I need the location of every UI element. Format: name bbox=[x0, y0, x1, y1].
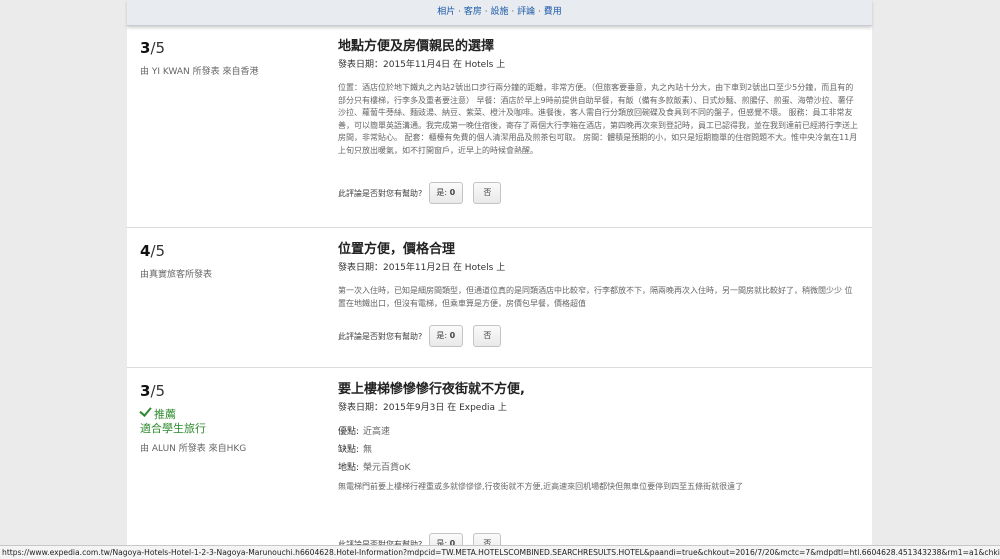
review-meta: 3/5 推薦 適合學生旅行 由 ALUN 所發表 來自HKG bbox=[139, 382, 330, 454]
nav-rooms-link[interactable]: 客房 bbox=[464, 7, 482, 17]
score-max: /5 bbox=[150, 382, 166, 400]
pros-row: 優點: 近高速 bbox=[338, 424, 858, 437]
review-item: 3/5 由 YI KWAN 所發表 來自香港 地點方便及房價親民的選擇 發表日期… bbox=[127, 25, 872, 228]
helpful-question: 此評論是否對您有幫助? bbox=[338, 331, 423, 341]
review-content: 要上樓梯慘慘慘行夜街就不方便, 發表日期：2015年9月3日 在 Expedia… bbox=[338, 382, 858, 494]
score-value: 3 bbox=[140, 39, 151, 57]
trip-type: 適合學生旅行 bbox=[140, 422, 206, 435]
review-meta: 3/5 由 YI KWAN 所發表 來自香港 bbox=[140, 39, 330, 77]
score-max: /5 bbox=[150, 242, 166, 260]
location-label: 地點: bbox=[338, 463, 360, 473]
yes-count: 0 bbox=[449, 188, 456, 197]
review-date: 發表日期：2015年11月2日 在 Hotels 上 bbox=[338, 263, 506, 273]
nav-separator: · bbox=[458, 7, 461, 17]
location-value: 榮元百貨oK bbox=[363, 463, 411, 473]
nav-facilities-link[interactable]: 設施 bbox=[490, 7, 508, 17]
helpful-yes-button[interactable]: 是: 0 bbox=[428, 182, 463, 204]
review-author: 由真實旅客所發表 bbox=[140, 270, 213, 280]
review-body: 第一次入住時，已知是細房間類型，但通道位真的是同類酒店中比較窄，行李都放不下，隔… bbox=[338, 286, 853, 308]
review-title: 要上樓梯慘慘慘行夜街就不方便, bbox=[338, 382, 525, 397]
helpful-yes-button[interactable]: 是: 0 bbox=[428, 325, 463, 347]
pros-value: 近高速 bbox=[363, 427, 391, 437]
cons-label: 缺點: bbox=[338, 445, 360, 455]
section-nav: 相片 · 客房 · 設施 · 評論 · 費用 bbox=[127, 0, 872, 26]
review-content: 地點方便及房價親民的選擇 發表日期：2015年11月4日 在 Hotels 上 … bbox=[338, 39, 858, 157]
nav-separator: · bbox=[484, 7, 488, 17]
yes-label: 是: bbox=[436, 188, 448, 197]
helpful-prompt: 此評論是否對您有幫助? 是: 0 否 bbox=[338, 325, 502, 347]
review-item: 3/5 推薦 適合學生旅行 由 ALUN 所發表 來自HKG 要上樓梯慘慘慘行夜… bbox=[127, 368, 872, 558]
review-meta: 4/5 由真實旅客所發表 bbox=[140, 242, 330, 280]
review-item: 4/5 由真實旅客所發表 位置方便，價格合理 發表日期：2015年11月2日 在… bbox=[127, 228, 872, 368]
score-max: /5 bbox=[150, 39, 166, 57]
review-body: 無電梯門前要上樓梯行裡重或多就慘慘慘,行夜街就不方便,近高速來回机場都快但無車位… bbox=[338, 482, 744, 491]
nav-separator: · bbox=[511, 7, 515, 17]
cons-value: 無 bbox=[363, 445, 373, 455]
review-score: 4/5 bbox=[140, 242, 330, 260]
pros-label: 優點: bbox=[338, 427, 360, 437]
status-bar-url: https://www.expedia.com.tw/Nagoya-Hotels… bbox=[0, 545, 1000, 559]
helpful-no-button[interactable]: 否 bbox=[473, 325, 502, 347]
review-title: 位置方便，價格合理 bbox=[338, 242, 456, 257]
location-row: 地點: 榮元百貨oK bbox=[338, 460, 858, 473]
reviews-panel: 3/5 由 YI KWAN 所發表 來自香港 地點方便及房價親民的選擇 發表日期… bbox=[127, 25, 872, 558]
recommended-label: 推薦 bbox=[154, 408, 176, 421]
nav-separator: · bbox=[538, 7, 541, 17]
review-author: 由 ALUN 所發表 來自HKG bbox=[140, 444, 247, 454]
nav-rates-link[interactable]: 費用 bbox=[544, 7, 562, 17]
nav-reviews-link[interactable]: 評論 bbox=[517, 7, 535, 17]
helpful-no-button[interactable]: 否 bbox=[473, 182, 502, 204]
checkmark-icon bbox=[139, 404, 152, 417]
yes-count: 0 bbox=[449, 331, 456, 340]
recommended-badge: 推薦 bbox=[139, 404, 330, 422]
cons-row: 缺點: 無 bbox=[338, 442, 858, 455]
review-score: 3/5 bbox=[140, 39, 330, 57]
review-title: 地點方便及房價親民的選擇 bbox=[338, 39, 495, 54]
score-value: 3 bbox=[140, 382, 151, 400]
helpful-question: 此評論是否對您有幫助? bbox=[338, 188, 423, 198]
review-content: 位置方便，價格合理 發表日期：2015年11月2日 在 Hotels 上 第一次… bbox=[338, 242, 858, 310]
review-date: 發表日期：2015年9月3日 在 Expedia 上 bbox=[338, 403, 507, 413]
score-value: 4 bbox=[140, 242, 151, 260]
review-author: 由 YI KWAN 所發表 來自香港 bbox=[140, 67, 259, 77]
nav-photos-link[interactable]: 相片 bbox=[437, 7, 455, 17]
review-score: 3/5 bbox=[140, 382, 330, 400]
helpful-prompt: 此評論是否對您有幫助? 是: 0 否 bbox=[338, 182, 502, 204]
review-fields: 優點: 近高速 缺點: 無 地點: 榮元百貨oK bbox=[338, 424, 858, 473]
review-body: 位置：酒店位於地下鐵丸之內站2號出口步行兩分鐘的距離，非常方便。（但旅客要垂意，… bbox=[338, 83, 858, 155]
yes-label: 是: bbox=[436, 331, 448, 340]
review-date: 發表日期：2015年11月4日 在 Hotels 上 bbox=[338, 60, 506, 70]
